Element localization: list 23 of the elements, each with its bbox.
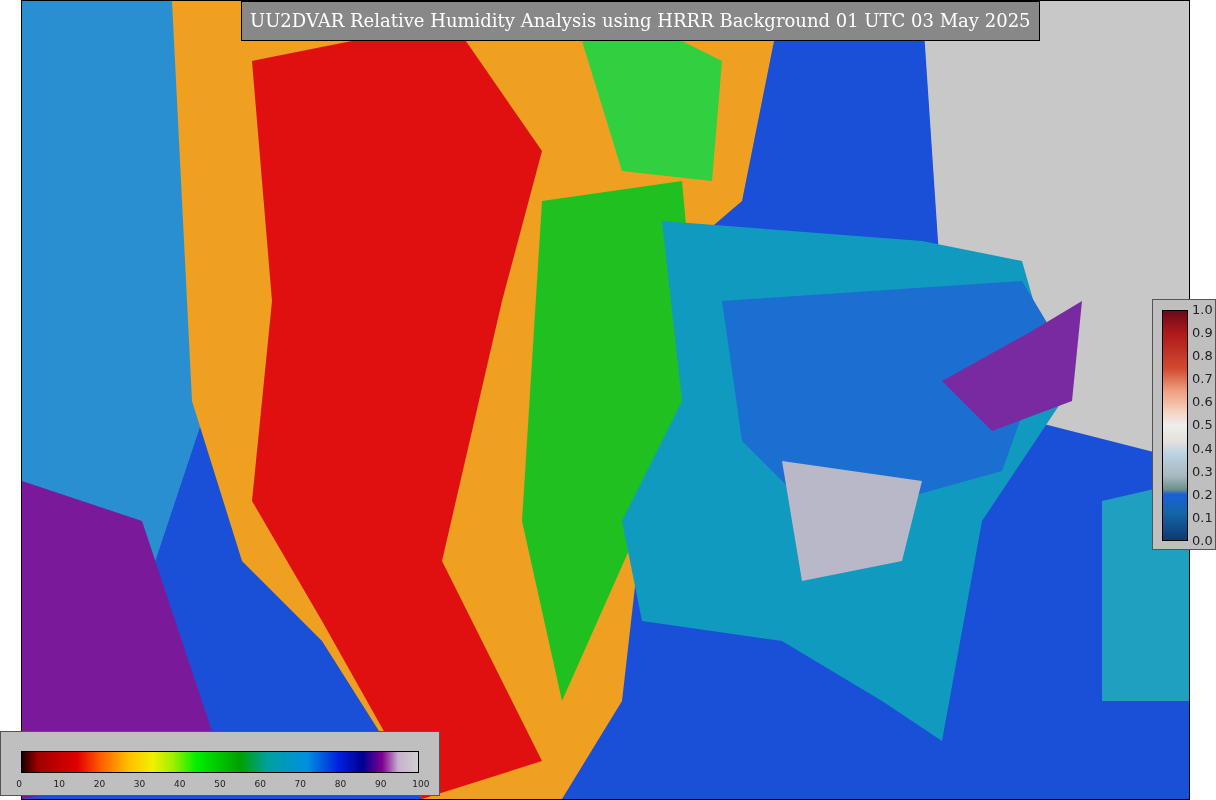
tick-label: 0.9 — [1192, 325, 1213, 342]
tick-label: 100 — [412, 779, 430, 789]
tick-label: 70 — [294, 779, 307, 789]
tick-label: 40 — [174, 779, 186, 789]
tick-label: 10 — [53, 779, 65, 789]
tick-label: 0.1 — [1192, 509, 1213, 526]
tick-label: 20 — [93, 779, 106, 789]
tick-label: 60 — [254, 779, 266, 789]
tick-label: 0.6 — [1192, 394, 1213, 411]
tick-label: 1.0 — [1192, 302, 1213, 318]
tick-label: 30 — [133, 779, 146, 789]
tick-label: 0.0 — [1192, 532, 1213, 549]
tick-label: 0.4 — [1192, 440, 1213, 457]
tick-label: 0.3 — [1192, 463, 1213, 480]
tick-label: 80 — [334, 779, 347, 789]
tick-label: 0.2 — [1192, 486, 1213, 503]
tick-label: 0.8 — [1192, 348, 1213, 365]
tick-label: 0.5 — [1192, 417, 1213, 434]
tick-label: 0.7 — [1192, 371, 1213, 388]
tick-label: 50 — [214, 779, 226, 789]
map-title: UU2DVAR Relative Humidity Analysis using HRRR Background 01 UTC 03 May 2025 — [241, 1, 1040, 41]
tick-label: 0 — [16, 779, 22, 789]
tick-label: 90 — [374, 779, 387, 789]
